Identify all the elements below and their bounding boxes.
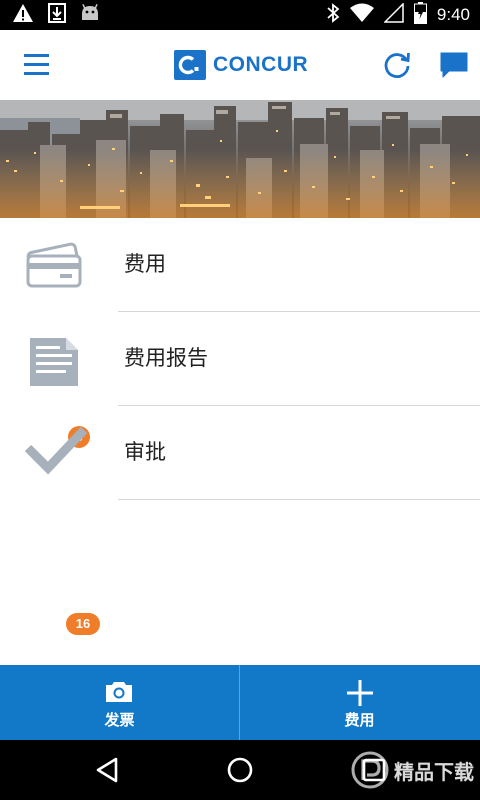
menu-item-label: 审批 [124,440,166,464]
plus-icon [347,680,373,706]
city-banner-image [0,100,480,218]
home-circle-icon [227,757,253,783]
back-triangle-icon [96,757,118,783]
wifi-icon [349,3,374,27]
status-bar-right: 9:40 [326,2,470,28]
menu-item-label: 费用 [124,252,166,276]
menu-item-approvals[interactable]: 16 审批 [0,406,480,635]
concur-logo: CONCUR [174,50,308,80]
add-expense-label: 费用 [344,711,375,729]
concur-logo-text: CONCUR [213,53,309,76]
refresh-button[interactable] [381,49,413,81]
menu-item-expense-reports[interactable]: 3 费用报告 [0,312,480,448]
divider [118,499,480,500]
back-button[interactable] [90,754,124,786]
status-bar-left [12,3,100,27]
bluetooth-icon [326,3,340,27]
messages-button[interactable] [438,49,470,81]
concur-logo-mark [174,50,206,80]
checkmark-icon [20,406,100,500]
download-icon [48,3,66,27]
main-menu-list: 费用 3 费用报告 16 审批 [0,218,480,635]
refresh-icon [384,52,410,78]
app-bar: CONCUR [0,30,480,100]
camera-icon [106,682,132,702]
android-icon [80,3,100,26]
status-bar: 9:40 [0,0,480,30]
approval-count-badge: 16 [66,613,100,635]
watermark: 精品下载 [350,748,474,792]
hamburger-icon [24,54,49,75]
menu-item-label: 费用报告 [124,346,208,370]
hamburger-menu-button[interactable] [22,51,52,79]
receipt-label: 发票 [104,711,135,729]
home-button[interactable] [224,754,256,786]
system-navigation-bar: 精品下载 [0,740,480,800]
warning-icon [12,3,34,27]
receipt-capture-button[interactable]: 发票 [0,665,239,740]
status-time: 9:40 [436,5,470,24]
report-document-icon [20,312,100,406]
chat-bubble-icon [440,52,468,78]
menu-item-expenses[interactable]: 费用 [0,218,480,312]
watermark-logo-icon [351,751,389,789]
credit-card-icon [20,218,100,312]
bottom-action-bar: 发票 费用 [0,665,480,740]
battery-icon [413,2,427,28]
watermark-text: 精品下载 [394,759,474,784]
add-expense-button[interactable]: 费用 [240,665,479,740]
signal-icon [383,2,404,27]
